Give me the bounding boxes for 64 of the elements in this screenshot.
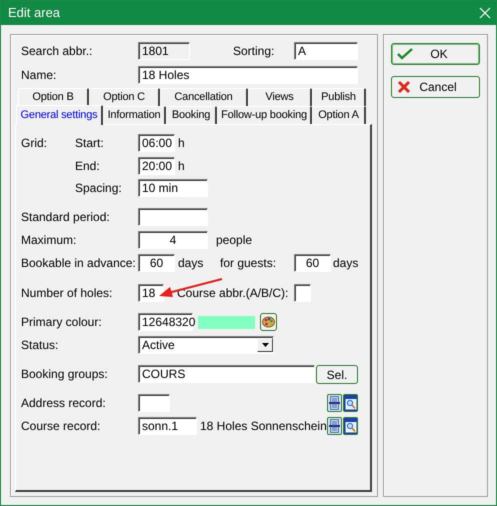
input-field[interactable]: 06:00 xyxy=(138,134,175,152)
field-label: Spacing: xyxy=(75,180,123,197)
select-button[interactable]: Sel. xyxy=(316,364,358,384)
tab[interactable]: Option A xyxy=(312,106,366,124)
field-label: Maximum: xyxy=(21,232,78,249)
input-field[interactable] xyxy=(138,208,208,226)
tab[interactable]: General settings xyxy=(16,105,103,125)
field-label: Primary colour: xyxy=(21,314,103,331)
cancel-button[interactable]: Cancel xyxy=(391,76,480,98)
list-icon[interactable] xyxy=(327,417,342,435)
field-label: h xyxy=(178,158,185,175)
palette-icon xyxy=(262,316,275,328)
check-icon xyxy=(397,48,413,60)
tab[interactable]: Information xyxy=(103,106,166,124)
field-label: for guests: xyxy=(220,255,278,272)
tab[interactable]: Publish xyxy=(312,88,366,106)
tab[interactable]: Option C xyxy=(89,88,160,106)
cross-icon xyxy=(397,80,411,94)
input-field[interactable]: COURS xyxy=(138,365,315,383)
field-label: Number of holes: xyxy=(21,285,114,302)
tab[interactable]: Views xyxy=(248,88,312,106)
window-title: Edit area xyxy=(8,4,60,22)
search-icon[interactable] xyxy=(343,394,358,412)
input-field[interactable]: 1801 xyxy=(138,42,190,60)
field-label: Name: xyxy=(21,67,58,84)
tab[interactable]: Cancellation xyxy=(160,88,248,106)
field-label: h xyxy=(178,135,185,152)
field-label: Booking groups: xyxy=(21,366,109,383)
dropdown-value: Active xyxy=(142,337,175,354)
palette-button[interactable] xyxy=(260,313,277,331)
input-field[interactable]: 60 xyxy=(294,254,331,272)
input-field[interactable]: sonn.1 xyxy=(138,417,197,435)
field-label: Sorting: xyxy=(233,43,276,60)
field-label: Start: xyxy=(75,135,105,152)
tab[interactable]: Booking xyxy=(166,106,217,124)
field-label: people xyxy=(216,232,252,249)
status-dropdown[interactable]: Active xyxy=(138,336,274,354)
input-field[interactable] xyxy=(138,394,170,412)
field-label: Grid: xyxy=(21,135,48,152)
input-field[interactable]: 18 Holes xyxy=(138,66,358,84)
input-field[interactable]: 18 xyxy=(138,284,164,302)
tab[interactable]: Option B xyxy=(18,88,89,106)
list-icon[interactable] xyxy=(327,394,342,412)
field-label: End: xyxy=(75,158,101,175)
field-label: Status: xyxy=(21,337,60,354)
field-label: Standard period: xyxy=(21,209,111,226)
input-field[interactable]: 10 min xyxy=(138,179,208,197)
search-icon[interactable] xyxy=(343,417,358,435)
field-label: Course record: xyxy=(21,418,102,435)
field-label: Bookable in advance: xyxy=(21,255,137,272)
input-field[interactable]: 60 xyxy=(138,254,175,272)
field-label: days xyxy=(333,255,358,272)
input-field[interactable]: 12648320 xyxy=(138,313,193,331)
field-label: 18 Holes Sonnenschein xyxy=(200,418,327,435)
close-icon[interactable] xyxy=(478,6,492,20)
input-field[interactable]: 20:00 xyxy=(138,157,175,175)
field-label: Search abbr.: xyxy=(21,43,94,60)
input-field[interactable] xyxy=(294,284,311,302)
tab[interactable]: Follow-up booking xyxy=(217,106,312,124)
field-label: Address record: xyxy=(21,395,107,412)
input-field[interactable]: 4 xyxy=(138,231,208,249)
input-field[interactable]: A xyxy=(294,42,358,60)
field-label: days xyxy=(178,255,204,272)
ok-button[interactable]: OK xyxy=(391,43,480,65)
